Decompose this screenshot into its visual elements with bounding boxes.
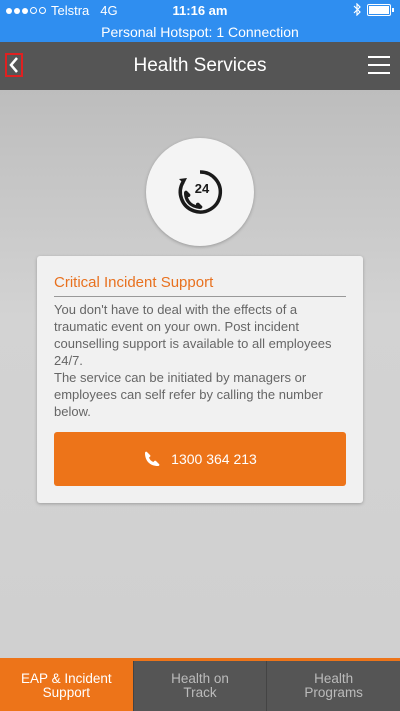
menu-icon-bar [368,64,390,66]
page-title: Health Services [133,55,267,76]
card-body: You don't have to deal with the effects … [54,301,346,420]
tab-health-on-track[interactable]: Health on Track [132,661,267,711]
tab-label: Health on [171,671,229,686]
battery-icon [367,3,391,16]
card-paragraph: You don't have to deal with the effects … [54,302,332,368]
tab-health-programs[interactable]: Health Programs [266,661,400,711]
bluetooth-icon [353,3,361,16]
battery-tip [392,7,394,12]
critical-incident-card: Critical Incident Support You don't have… [37,256,363,503]
menu-icon-bar [368,56,390,58]
call-button-label: 1300 364 213 [171,451,257,467]
tab-label: EAP & Incident [21,671,112,686]
status-time: 11:16 am [172,3,228,18]
menu-icon-bar [368,72,390,74]
navigation-bar: Health Services [0,42,400,90]
call-button[interactable]: 1300 364 213 [54,432,346,486]
tab-label: Support [42,685,90,700]
status-bar: Telstra 4G 11:16 am [0,0,400,22]
hotspot-banner[interactable]: Personal Hotspot: 1 Connection [0,22,400,42]
phone-icon [145,451,160,466]
tab-eap-incident-support[interactable]: EAP & Incident Support [0,661,133,711]
hero-icon-circle: 24 [146,138,254,246]
card-title: Critical Incident Support [54,274,346,297]
tab-label: Programs [304,685,363,700]
tab-label: Health [314,671,354,686]
card-paragraph: The service can be initiated by managers… [54,370,323,419]
menu-button[interactable] [368,56,390,74]
main-content: 24 Critical Incident Support You don't h… [0,90,400,658]
tab-bar: EAP & Incident Support Health on Track Hea… [0,658,400,711]
status-right [353,3,394,16]
tab-label: Track [183,685,217,700]
svg-text:24: 24 [195,181,210,196]
phone-24-hours-icon: 24 [178,170,223,214]
